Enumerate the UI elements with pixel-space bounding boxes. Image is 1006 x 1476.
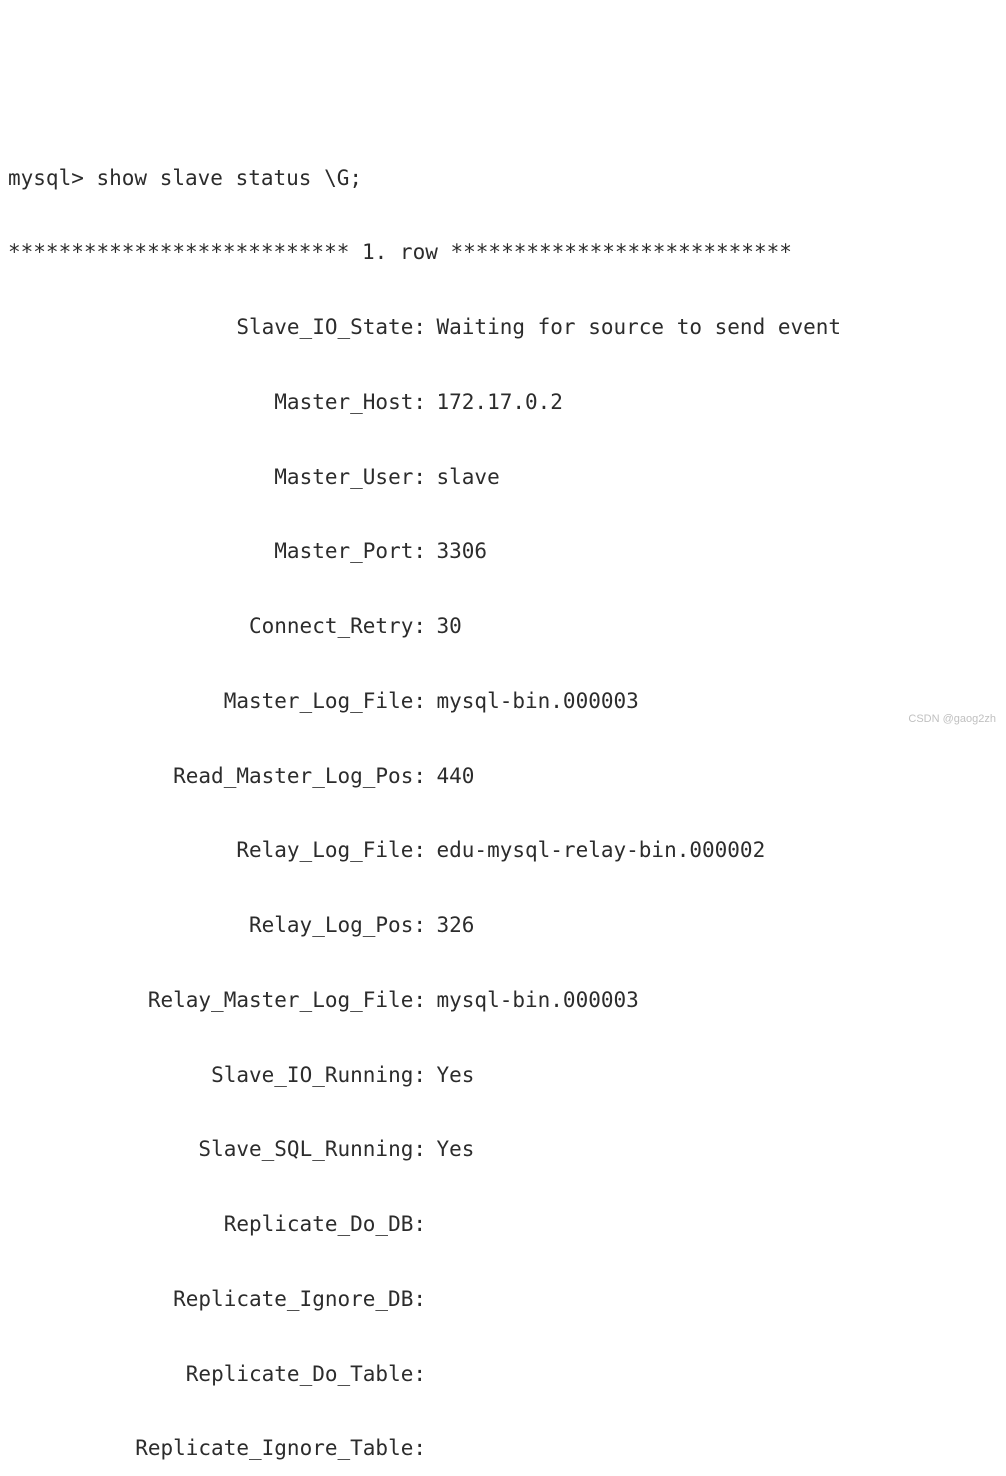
status-label: Slave_IO_State: [8, 309, 426, 346]
status-value: 326 [426, 907, 474, 944]
status-row: Replicate_Do_DB: [8, 1206, 998, 1243]
status-value [426, 1430, 437, 1467]
status-value: edu-mysql-relay-bin.000002 [426, 832, 765, 869]
status-value: Yes [426, 1057, 474, 1094]
status-row: Replicate_Do_Table: [8, 1356, 998, 1393]
status-label: Replicate_Ignore_Table: [8, 1430, 426, 1467]
status-label: Replicate_Do_DB: [8, 1206, 426, 1243]
status-value: 30 [426, 608, 462, 645]
status-row: Replicate_Ignore_DB: [8, 1281, 998, 1318]
status-value: 440 [426, 758, 474, 795]
status-row: Relay_Log_File:edu-mysql-relay-bin.00000… [8, 832, 998, 869]
watermark: CSDN @gaog2zh [908, 710, 996, 730]
status-label: Master_Log_File: [8, 683, 426, 720]
status-value: mysql-bin.000003 [426, 683, 639, 720]
status-label: Replicate_Do_Table: [8, 1356, 426, 1393]
row-separator: *************************** 1. row *****… [8, 234, 998, 271]
status-row: Master_Host:172.17.0.2 [8, 384, 998, 421]
status-row: Slave_SQL_Running:Yes [8, 1131, 998, 1168]
status-label: Master_Port: [8, 533, 426, 570]
status-label: Slave_SQL_Running: [8, 1131, 426, 1168]
status-row: Master_Port:3306 [8, 533, 998, 570]
status-row: Connect_Retry:30 [8, 608, 998, 645]
status-label: Slave_IO_Running: [8, 1057, 426, 1094]
status-label: Connect_Retry: [8, 608, 426, 645]
status-row: Slave_IO_Running:Yes [8, 1057, 998, 1094]
status-label: Replicate_Ignore_DB: [8, 1281, 426, 1318]
status-row: Read_Master_Log_Pos:440 [8, 758, 998, 795]
status-row: Master_Log_File:mysql-bin.000003 [8, 683, 998, 720]
status-value [426, 1356, 437, 1393]
status-value: 172.17.0.2 [426, 384, 563, 421]
status-value [426, 1281, 437, 1318]
status-row: Master_User:slave [8, 459, 998, 496]
status-value: 3306 [426, 533, 487, 570]
status-row: Replicate_Ignore_Table: [8, 1430, 998, 1467]
status-label: Relay_Log_File: [8, 832, 426, 869]
status-label: Master_User: [8, 459, 426, 496]
status-row: Relay_Log_Pos:326 [8, 907, 998, 944]
prompt-line: mysql> show slave status \G; [8, 160, 998, 197]
status-label: Read_Master_Log_Pos: [8, 758, 426, 795]
status-row: Relay_Master_Log_File:mysql-bin.000003 [8, 982, 998, 1019]
status-value: mysql-bin.000003 [426, 982, 639, 1019]
status-label: Master_Host: [8, 384, 426, 421]
status-value: slave [426, 459, 500, 496]
status-label: Relay_Master_Log_File: [8, 982, 426, 1019]
status-value [426, 1206, 437, 1243]
status-row: Slave_IO_State:Waiting for source to sen… [8, 309, 998, 346]
status-value: Waiting for source to send event [426, 309, 841, 346]
status-label: Relay_Log_Pos: [8, 907, 426, 944]
status-value: Yes [426, 1131, 474, 1168]
